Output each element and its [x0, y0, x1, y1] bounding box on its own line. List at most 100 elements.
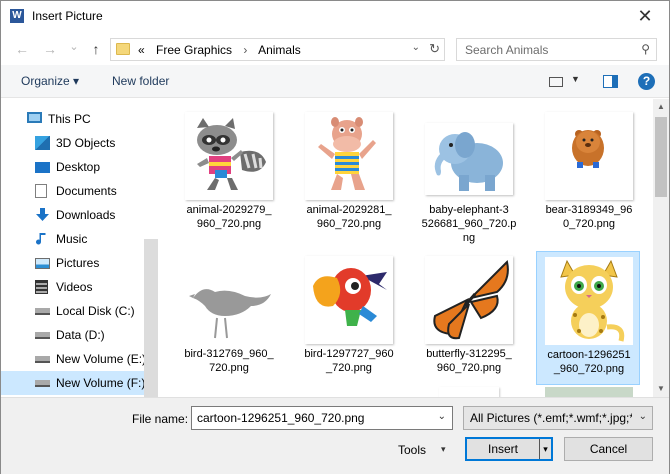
search-icon: ⚲: [641, 42, 650, 56]
nav-item-music[interactable]: Music: [1, 227, 144, 251]
help-icon[interactable]: ?: [638, 73, 655, 90]
nav-label: Desktop: [56, 160, 101, 174]
cancel-button[interactable]: Cancel: [564, 437, 653, 461]
file-tile[interactable]: animal-2029281_ 960_720.png: [297, 107, 401, 241]
navigation-pane: This PC 3D Objects Desktop Documents Dow…: [1, 99, 158, 397]
pictures-icon: [35, 258, 50, 269]
tools-button[interactable]: Tools: [398, 443, 426, 457]
recent-locations-icon[interactable]: ⌄: [65, 38, 83, 56]
view-options-icon[interactable]: [549, 77, 563, 87]
file-grid-scrollbar[interactable]: ▲ ▼: [653, 99, 669, 397]
nav-item-downloads[interactable]: Downloads: [1, 203, 144, 227]
thumbnail-bear: [545, 112, 633, 200]
drive-icon: [35, 308, 50, 315]
bottom-panel: File name: cartoon-1296251_960_720.png ⌄…: [1, 397, 669, 474]
organize-button[interactable]: Organize ▾: [21, 74, 79, 88]
nav-item-3d-objects[interactable]: 3D Objects: [1, 131, 144, 155]
nav-item-new-volume-e[interactable]: New Volume (E:): [1, 347, 147, 371]
nav-item-videos[interactable]: Videos: [1, 275, 144, 299]
file-tile[interactable]: bird-1297727_960 _720.png: [297, 251, 401, 385]
nav-item-new-volume-f[interactable]: New Volume (F:): [1, 371, 146, 395]
nav-label: Data (D:): [56, 328, 105, 342]
back-arrow-icon[interactable]: ←: [13, 40, 31, 58]
file-tile[interactable]: bird-312769_960_ 720.png: [177, 251, 281, 385]
file-name-input[interactable]: cartoon-1296251_960_720.png ⌄: [191, 406, 453, 430]
preview-pane-icon[interactable]: [603, 75, 618, 88]
scrollbar-thumb[interactable]: [655, 117, 667, 197]
file-tile[interactable]: bear-3189349_96 0_720.png: [537, 107, 641, 241]
address-row: ← → ⌄ ↑ « Free Graphics › Animals ⌄ ↻ Se…: [1, 33, 669, 65]
command-toolbar: Organize ▾ New folder ▼ ?: [1, 65, 669, 98]
nav-pane-scrollbar[interactable]: [144, 239, 158, 397]
file-name: bird-312769_960_ 720.png: [184, 348, 274, 374]
breadcrumb: « Free Graphics › Animals: [138, 43, 301, 57]
breadcrumb-separator: ›: [243, 43, 248, 57]
chevron-down-icon[interactable]: ⌄: [412, 42, 420, 53]
file-tile[interactable]: animal-2029279_ 960_720.png: [177, 107, 281, 241]
nav-item-pictures[interactable]: Pictures: [1, 251, 144, 275]
drive-icon: [35, 356, 50, 363]
documents-icon: [35, 184, 47, 198]
nav-item-desktop[interactable]: Desktop: [1, 155, 144, 179]
nav-label: Music: [56, 232, 88, 246]
insert-button[interactable]: Insert ▾: [465, 437, 553, 461]
nav-label: New Volume (E:): [56, 352, 147, 366]
computer-icon: [27, 112, 42, 123]
file-name: cartoon-1296251 _960_720.png: [547, 349, 631, 375]
nav-item-documents[interactable]: Documents: [1, 179, 144, 203]
breadcrumb-free-graphics[interactable]: Free Graphics: [156, 43, 232, 57]
nav-item-data-d[interactable]: Data (D:): [1, 323, 144, 347]
file-name: animal-2029279_ 960_720.png: [186, 204, 272, 230]
file-tile[interactable]: baby-elephant-3 526681_960_720.p ng: [417, 107, 521, 244]
refresh-icon[interactable]: ↻: [429, 41, 440, 57]
nav-label: This PC: [48, 112, 91, 126]
downloads-icon: [36, 208, 49, 221]
file-tile-selected[interactable]: cartoon-1296251 _960_720.png: [536, 251, 640, 385]
file-tile[interactable]: butterfly-312295_ 960_720.png: [417, 251, 521, 385]
file-name: butterfly-312295_ 960_720.png: [426, 348, 512, 374]
window-title: Insert Picture: [32, 9, 103, 23]
thumbnail-elephant: [425, 123, 513, 195]
address-bar[interactable]: « Free Graphics › Animals ⌄ ↻: [110, 38, 445, 61]
nav-item-this-pc[interactable]: This PC: [1, 107, 144, 131]
thumbnail-partial: [545, 387, 633, 397]
chevron-down-icon[interactable]: ⌄: [438, 411, 446, 422]
file-grid: animal-2029279_ 960_720.png animal-20292…: [159, 99, 653, 397]
3d-objects-icon: [35, 136, 50, 150]
music-icon: [36, 233, 46, 245]
nav-label: Videos: [56, 280, 93, 294]
desktop-icon: [35, 162, 50, 173]
folder-icon: [116, 43, 130, 55]
scroll-down-icon[interactable]: ▼: [653, 381, 669, 397]
file-name: baby-elephant-3 526681_960_720.p ng: [421, 204, 517, 244]
new-folder-button[interactable]: New folder: [112, 74, 169, 88]
word-app-icon: W: [10, 9, 24, 23]
breadcrumb-overflow[interactable]: «: [138, 43, 145, 57]
nav-label: Pictures: [56, 256, 100, 270]
nav-item-local-disk-c[interactable]: Local Disk (C:): [1, 299, 144, 323]
file-name-value: cartoon-1296251_960_720.png: [197, 411, 365, 425]
file-type-select[interactable]: All Pictures (*.emf;*.wmf;*.jpg;* ⌄: [463, 406, 653, 430]
insert-picture-dialog: W Insert Picture ✕ ← → ⌄ ↑ « Free Graphi…: [0, 0, 670, 474]
insert-dropdown-icon[interactable]: ▾: [539, 439, 551, 459]
search-input[interactable]: Search Animals ⚲: [456, 38, 657, 61]
thumbnail-raccoon: [185, 112, 273, 200]
file-type-value: All Pictures (*.emf;*.wmf;*.jpg;*: [470, 411, 632, 425]
breadcrumb-animals[interactable]: Animals: [258, 43, 301, 57]
up-arrow-icon[interactable]: ↑: [87, 40, 105, 58]
chevron-down-icon[interactable]: ⌄: [639, 411, 647, 422]
close-icon[interactable]: ✕: [635, 5, 655, 27]
title-bar: W Insert Picture ✕: [1, 1, 669, 32]
drive-icon: [35, 380, 50, 387]
cancel-label: Cancel: [589, 442, 628, 456]
scroll-up-icon[interactable]: ▲: [653, 99, 669, 115]
thumbnail-hippo: [305, 112, 393, 200]
file-name: animal-2029281_ 960_720.png: [306, 204, 392, 230]
thumbnail-cheetah: [545, 257, 633, 345]
view-dropdown-icon[interactable]: ▼: [571, 74, 580, 84]
tools-dropdown-icon[interactable]: ▾: [441, 444, 446, 455]
nav-label: New Volume (F:): [56, 376, 146, 390]
thumbnail-bird-silhouette: [185, 256, 273, 344]
file-name-label: File name:: [132, 412, 189, 426]
forward-arrow-icon[interactable]: →: [41, 40, 59, 58]
